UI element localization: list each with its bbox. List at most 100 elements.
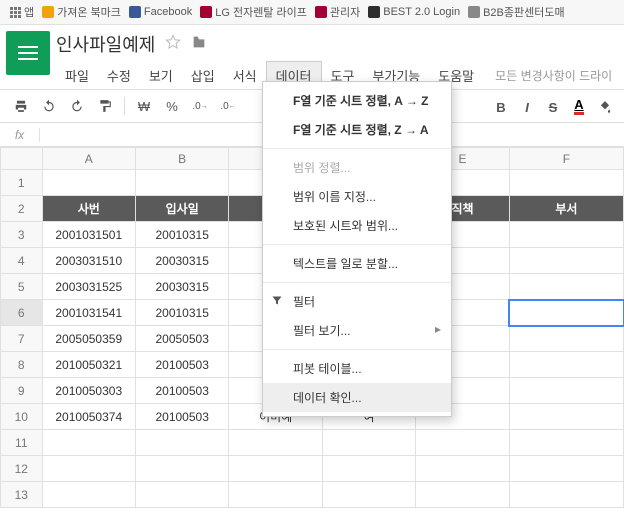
cell[interactable]: [416, 430, 509, 456]
data-validation-item[interactable]: 데이터 확인...: [263, 383, 451, 412]
decrease-decimal-button[interactable]: .0→: [189, 95, 211, 117]
cell[interactable]: [135, 482, 228, 508]
italic-button[interactable]: I: [516, 96, 538, 118]
bookmark-item[interactable]: LG 전자렌탈 라이프: [200, 4, 307, 20]
cell[interactable]: 입사일: [135, 196, 228, 222]
fill-color-icon[interactable]: [594, 96, 616, 118]
cell[interactable]: 사번: [42, 196, 135, 222]
cell[interactable]: 2003031510: [42, 248, 135, 274]
cell[interactable]: [509, 170, 623, 196]
cell[interactable]: 2010050374: [42, 404, 135, 430]
cell[interactable]: [42, 482, 135, 508]
filter-item[interactable]: 필터: [263, 287, 451, 316]
cell[interactable]: [42, 456, 135, 482]
star-icon[interactable]: [165, 34, 181, 55]
menu-item-0[interactable]: 파일: [56, 62, 98, 89]
document-title[interactable]: 인사파일예제: [56, 31, 155, 57]
sort-za-item[interactable]: F열 기준 시트 정렬, Z → A: [263, 115, 451, 144]
bookmark-item[interactable]: 가져온 북마크: [42, 4, 121, 20]
row-header[interactable]: 13: [1, 482, 43, 508]
cell[interactable]: [229, 482, 322, 508]
menu-item-4[interactable]: 서식: [224, 62, 266, 89]
cell[interactable]: [42, 170, 135, 196]
cell[interactable]: 20100503: [135, 378, 228, 404]
row-header[interactable]: 1: [1, 170, 43, 196]
pivot-table-item[interactable]: 피봇 테이블...: [263, 354, 451, 383]
cell[interactable]: [322, 482, 415, 508]
cell[interactable]: [135, 430, 228, 456]
cell[interactable]: [42, 430, 135, 456]
cell[interactable]: [416, 456, 509, 482]
column-header[interactable]: A: [42, 148, 135, 170]
cell[interactable]: 20030315: [135, 274, 228, 300]
cell[interactable]: [509, 222, 623, 248]
cell[interactable]: [509, 248, 623, 274]
bookmark-item[interactable]: Facebook: [129, 6, 192, 18]
bookmark-item[interactable]: 관리자: [315, 4, 360, 20]
cell[interactable]: 20050503: [135, 326, 228, 352]
currency-button[interactable]: ₩: [133, 95, 155, 117]
percent-button[interactable]: %: [161, 95, 183, 117]
cell[interactable]: [509, 274, 623, 300]
bookmark-item[interactable]: B2B종판센터도매: [468, 4, 565, 20]
bookmark-item[interactable]: BEST 2.0 Login: [368, 6, 460, 18]
cell[interactable]: 20010315: [135, 222, 228, 248]
cell[interactable]: [229, 456, 322, 482]
row-header[interactable]: 10: [1, 404, 43, 430]
row-header[interactable]: 12: [1, 456, 43, 482]
cell[interactable]: [509, 482, 623, 508]
folder-icon[interactable]: [191, 34, 207, 55]
apps-button[interactable]: 앱: [10, 4, 34, 20]
column-header[interactable]: F: [509, 148, 623, 170]
filter-view-item[interactable]: 필터 보기...▸: [263, 316, 451, 345]
cell[interactable]: 20010315: [135, 300, 228, 326]
row-header[interactable]: 4: [1, 248, 43, 274]
redo-icon[interactable]: [66, 95, 88, 117]
cell[interactable]: 2003031525: [42, 274, 135, 300]
menu-item-3[interactable]: 삽입: [182, 62, 224, 89]
sort-az-item[interactable]: F열 기준 시트 정렬, A → Z: [263, 86, 451, 115]
paint-icon[interactable]: [94, 95, 116, 117]
cell[interactable]: [509, 456, 623, 482]
menu-item-2[interactable]: 보기: [140, 62, 182, 89]
select-all-cell[interactable]: [1, 148, 43, 170]
cell[interactable]: 20100503: [135, 404, 228, 430]
cell[interactable]: 2001031541: [42, 300, 135, 326]
row-header[interactable]: 8: [1, 352, 43, 378]
cell[interactable]: 2010050321: [42, 352, 135, 378]
menu-item-1[interactable]: 수정: [98, 62, 140, 89]
bold-button[interactable]: B: [490, 96, 512, 118]
cell[interactable]: [509, 300, 623, 326]
row-header[interactable]: 7: [1, 326, 43, 352]
cell[interactable]: [322, 456, 415, 482]
row-header[interactable]: 2: [1, 196, 43, 222]
row-header[interactable]: 3: [1, 222, 43, 248]
row-header[interactable]: 9: [1, 378, 43, 404]
row-header[interactable]: 11: [1, 430, 43, 456]
cell[interactable]: [135, 456, 228, 482]
split-text-item[interactable]: 텍스트를 일로 분할...: [263, 249, 451, 278]
row-header[interactable]: 6: [1, 300, 43, 326]
cell[interactable]: 2010050303: [42, 378, 135, 404]
column-header[interactable]: B: [135, 148, 228, 170]
text-color-button[interactable]: A: [568, 96, 590, 118]
cell[interactable]: [416, 482, 509, 508]
cell[interactable]: [509, 404, 623, 430]
range-name-item[interactable]: 범위 이름 지정...: [263, 182, 451, 211]
row-header[interactable]: 5: [1, 274, 43, 300]
print-icon[interactable]: [10, 95, 32, 117]
cell[interactable]: 20030315: [135, 248, 228, 274]
cell[interactable]: [509, 326, 623, 352]
protected-range-item[interactable]: 보호된 시트와 범위...: [263, 211, 451, 240]
cell[interactable]: 부서: [509, 196, 623, 222]
cell[interactable]: [229, 430, 322, 456]
cell[interactable]: [135, 170, 228, 196]
strike-button[interactable]: S: [542, 96, 564, 118]
cell[interactable]: 20100503: [135, 352, 228, 378]
cell[interactable]: 2005050359: [42, 326, 135, 352]
sheets-logo[interactable]: [6, 31, 50, 75]
undo-icon[interactable]: [38, 95, 60, 117]
cell[interactable]: [322, 430, 415, 456]
cell[interactable]: [509, 430, 623, 456]
cell[interactable]: 2001031501: [42, 222, 135, 248]
